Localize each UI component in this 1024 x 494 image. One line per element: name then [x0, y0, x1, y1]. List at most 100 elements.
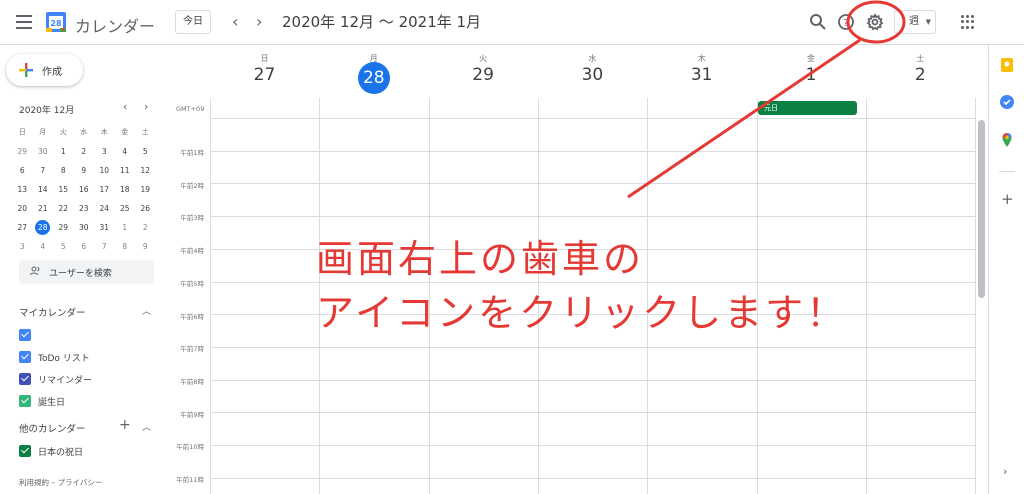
- day-number[interactable]: 1: [757, 65, 866, 85]
- day-header[interactable]: 火 29: [429, 53, 538, 85]
- gear-icon[interactable]: [863, 10, 887, 34]
- day-header[interactable]: 月 28: [319, 53, 428, 94]
- day-name: 水: [588, 54, 597, 63]
- mini-day[interactable]: 31: [94, 218, 115, 237]
- mini-day[interactable]: 30: [33, 142, 54, 161]
- mini-day[interactable]: 16: [74, 180, 95, 199]
- side-panel-divider: [999, 171, 1015, 172]
- hour-line: [210, 346, 975, 348]
- mini-day[interactable]: 13: [12, 180, 33, 199]
- day-header[interactable]: 金1: [757, 53, 866, 85]
- mini-day[interactable]: 20: [12, 199, 33, 218]
- mini-next-icon[interactable]: ›: [144, 100, 148, 113]
- mini-day[interactable]: 22: [53, 199, 74, 218]
- mini-prev-icon[interactable]: ‹: [123, 100, 127, 113]
- chevron-left-icon[interactable]: ‹: [232, 12, 238, 32]
- mini-day[interactable]: 2: [74, 142, 95, 161]
- day-header[interactable]: 日 27: [210, 53, 319, 85]
- add-calendar-icon[interactable]: +: [119, 417, 131, 433]
- day-header[interactable]: 土2: [866, 53, 975, 85]
- day-number[interactable]: 29: [429, 65, 538, 85]
- today-button[interactable]: 今日: [175, 10, 211, 34]
- day-header[interactable]: 木 31: [647, 53, 756, 85]
- day-number[interactable]: 27: [210, 65, 319, 85]
- chevron-up-icon[interactable]: ︿: [142, 304, 151, 317]
- checkbox[interactable]: [19, 373, 31, 385]
- mini-day[interactable]: 14: [33, 180, 54, 199]
- scrollbar[interactable]: [978, 120, 985, 298]
- day-header[interactable]: 水 30: [538, 53, 647, 85]
- mini-day[interactable]: 1: [115, 218, 136, 237]
- get-addons-icon[interactable]: +: [1001, 190, 1014, 208]
- mini-day[interactable]: 21: [33, 199, 54, 218]
- chevron-right-icon[interactable]: ›: [256, 12, 262, 32]
- my-calendars-title[interactable]: マイカレンダー: [19, 305, 86, 319]
- checkbox[interactable]: [19, 445, 31, 457]
- mini-day[interactable]: 15: [53, 180, 74, 199]
- mini-day[interactable]: 17: [94, 180, 115, 199]
- day-number[interactable]: 28: [357, 62, 390, 94]
- mini-day[interactable]: 2: [135, 218, 156, 237]
- mini-day[interactable]: 5: [135, 142, 156, 161]
- mini-day[interactable]: 12: [135, 161, 156, 180]
- mini-day[interactable]: 3: [94, 142, 115, 161]
- mini-day[interactable]: 29: [53, 218, 74, 237]
- mini-day[interactable]: 25: [115, 199, 136, 218]
- mini-day[interactable]: 24: [94, 199, 115, 218]
- mini-day[interactable]: 4: [115, 142, 136, 161]
- allday-event[interactable]: 元日: [758, 101, 857, 115]
- tasks-icon[interactable]: [999, 94, 1015, 110]
- mini-day[interactable]: 7: [94, 237, 115, 256]
- other-calendars-title[interactable]: 他のカレンダー: [19, 421, 86, 435]
- calendar-label: 誕生日: [38, 398, 66, 408]
- mini-day[interactable]: 27: [12, 218, 33, 237]
- main-menu-icon[interactable]: [16, 15, 32, 29]
- help-icon[interactable]: ?: [834, 10, 858, 34]
- day-name: 金: [807, 54, 815, 63]
- mini-day[interactable]: 29: [12, 142, 33, 161]
- maps-icon[interactable]: [999, 132, 1015, 148]
- mini-day[interactable]: 18: [115, 180, 136, 199]
- mini-day[interactable]: 6: [74, 237, 95, 256]
- footer-links[interactable]: 利用規約 – プライバシー: [19, 477, 102, 488]
- mini-day[interactable]: 28: [33, 218, 54, 237]
- view-selector[interactable]: 週 ▼: [894, 10, 936, 34]
- mini-day[interactable]: 6: [12, 161, 33, 180]
- mini-day[interactable]: 5: [53, 237, 74, 256]
- chevron-up-icon[interactable]: ︿: [142, 420, 151, 433]
- day-number[interactable]: 2: [866, 65, 975, 85]
- mini-day[interactable]: 9: [74, 161, 95, 180]
- mini-day[interactable]: 9: [135, 237, 156, 256]
- mini-day[interactable]: 30: [74, 218, 95, 237]
- hour-label: 午前4時: [180, 247, 204, 256]
- mini-day[interactable]: 10: [94, 161, 115, 180]
- day-name: 日: [260, 54, 269, 63]
- search-icon[interactable]: [806, 10, 830, 34]
- chevron-right-icon[interactable]: ›: [1003, 465, 1007, 478]
- checkbox[interactable]: [19, 329, 31, 341]
- google-apps-icon[interactable]: [961, 15, 975, 29]
- mini-day[interactable]: 4: [33, 237, 54, 256]
- mini-day[interactable]: 19: [135, 180, 156, 199]
- sidebar: 作成 2020年 12月 ‹ › 日月火水木金土 29 30 1 2 3 4 5 6 7 8 9 10 1…: [0, 45, 162, 494]
- mini-day[interactable]: 23: [74, 199, 95, 218]
- keep-icon[interactable]: [999, 57, 1015, 73]
- mini-weekday: 月: [39, 128, 47, 136]
- checkbox[interactable]: [19, 395, 31, 407]
- top-bar: 28 カレンダー 今日 ‹ › 2020年 12月 ～ 2021年 1月 ? 週…: [0, 0, 1024, 45]
- checkbox[interactable]: [19, 351, 31, 363]
- search-people-input[interactable]: ユーザーを検索: [19, 260, 154, 284]
- day-number[interactable]: 30: [538, 65, 647, 85]
- mini-day[interactable]: 8: [53, 161, 74, 180]
- hour-label: 午前11時: [176, 476, 204, 484]
- mini-day[interactable]: 1: [53, 142, 74, 161]
- mini-day[interactable]: 26: [135, 199, 156, 218]
- svg-text:?: ?: [843, 18, 848, 29]
- mini-day[interactable]: 3: [12, 237, 33, 256]
- mini-day[interactable]: 11: [115, 161, 136, 180]
- day-number[interactable]: 31: [647, 65, 756, 85]
- mini-day[interactable]: 8: [115, 237, 136, 256]
- mini-day[interactable]: 7: [33, 161, 54, 180]
- svg-text:28: 28: [50, 19, 62, 28]
- create-button[interactable]: 作成: [6, 54, 83, 86]
